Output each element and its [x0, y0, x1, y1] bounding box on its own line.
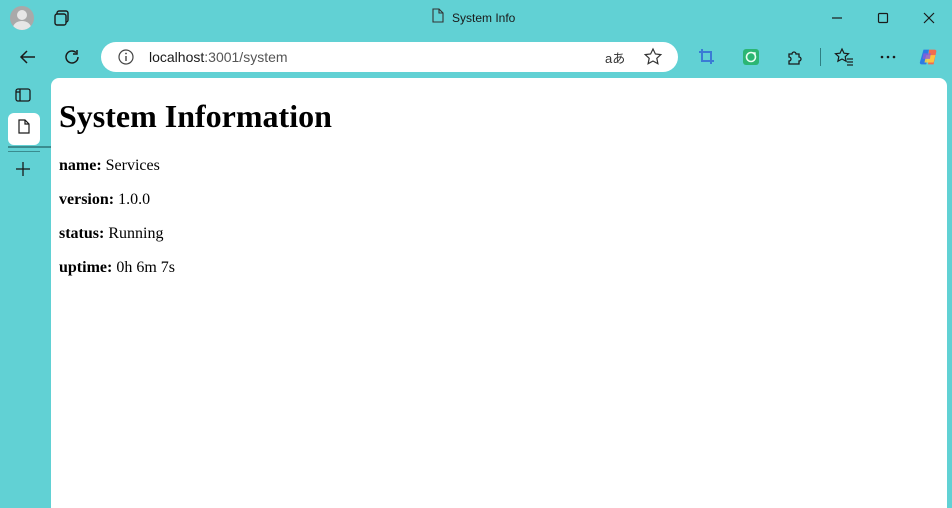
page-title: System Information [59, 98, 332, 134]
title-bar: System Info [0, 0, 952, 36]
field-value: Running [108, 225, 164, 242]
tab-system-info[interactable] [8, 113, 40, 145]
page-icon [432, 8, 444, 28]
field-uptime: uptime: 0h 6m 7s [59, 259, 175, 277]
window-title: System Info [432, 8, 516, 28]
minimize-icon[interactable] [827, 8, 847, 28]
profile-avatar-icon[interactable] [10, 6, 34, 30]
close-icon[interactable] [919, 8, 939, 28]
field-label: name: [59, 157, 102, 174]
refresh-icon[interactable] [59, 44, 85, 70]
field-version: version: 1.0.0 [59, 191, 150, 209]
favorites-icon[interactable] [833, 46, 855, 68]
field-label: uptime: [59, 259, 113, 276]
read-aloud-icon[interactable]: aあ [605, 48, 625, 67]
url-host: localhost [149, 49, 205, 65]
tab-actions-icon[interactable] [12, 84, 34, 106]
toolbar-separator [820, 48, 821, 66]
field-value: 0h 6m 7s [116, 259, 175, 276]
info-icon[interactable] [117, 48, 135, 66]
active-tab-indicator [8, 146, 56, 148]
workspaces-icon[interactable] [52, 8, 72, 28]
more-icon[interactable] [877, 46, 899, 68]
address-text[interactable]: localhost:3001/system [149, 49, 288, 65]
field-status: status: Running [59, 225, 163, 243]
field-label: version: [59, 191, 115, 208]
new-tab-icon[interactable] [12, 158, 34, 180]
sidebar-divider [8, 151, 40, 152]
field-name: name: Services [59, 157, 160, 175]
window-title-text: System Info [452, 11, 516, 25]
screen-capture-icon[interactable] [696, 46, 718, 68]
copilot-icon[interactable] [918, 46, 940, 68]
extensions-icon[interactable] [784, 46, 806, 68]
tab-page-icon [18, 119, 30, 139]
page-content: System Information name: Services versio… [51, 78, 947, 508]
url-path: :3001/system [204, 49, 288, 65]
back-icon[interactable] [15, 44, 41, 70]
maximize-icon[interactable] [873, 8, 893, 28]
favorite-star-icon[interactable] [643, 47, 663, 67]
address-bar[interactable]: localhost:3001/system aあ [101, 42, 678, 72]
field-value: Services [105, 157, 160, 174]
field-label: status: [59, 225, 105, 242]
field-value: 1.0.0 [118, 191, 151, 208]
extension-green-icon[interactable] [740, 46, 762, 68]
